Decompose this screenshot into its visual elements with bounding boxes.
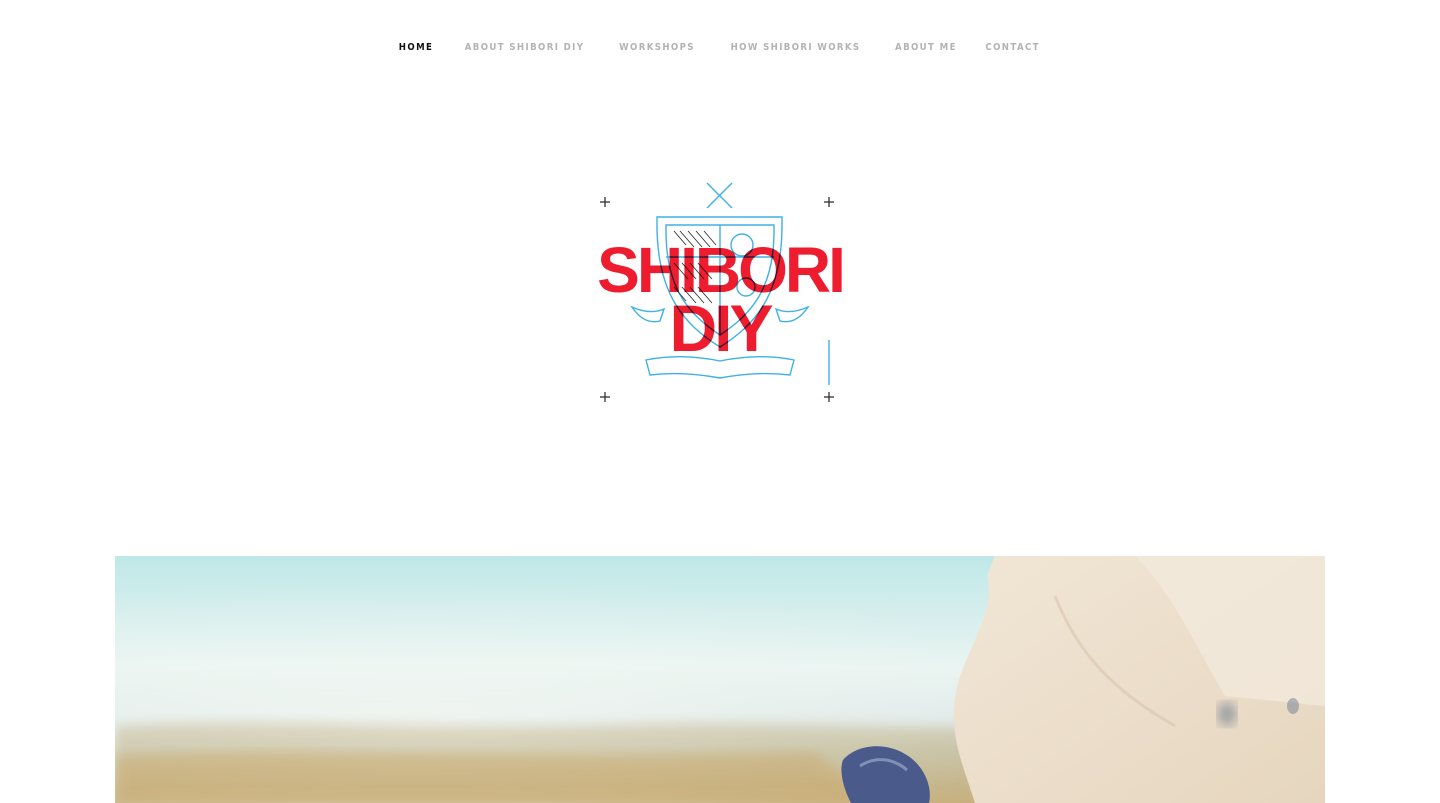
nav-workshops[interactable]: WORKSHOPS (619, 40, 695, 56)
hero-image (115, 556, 1325, 803)
nav-contact[interactable]: CONTACT (985, 40, 1039, 56)
page: HOME ABOUT SHIBORI DIY WORKSHOPS HOW SHI… (0, 0, 1440, 803)
nav-home[interactable]: HOME (399, 40, 433, 56)
nav-about-me[interactable]: ABOUT ME (895, 40, 957, 56)
nav-how-shibori-works[interactable]: HOW SHIBORI WORKS (730, 40, 860, 56)
nav-about-shibori-diy[interactable]: ABOUT SHIBORI DIY (465, 40, 585, 56)
logo-wordmark-line2: DIY (669, 291, 773, 365)
hero-photo (115, 556, 1325, 803)
main-nav: HOME ABOUT SHIBORI DIY WORKSHOPS HOW SHI… (0, 40, 1440, 56)
site-logo[interactable]: SHIBORI DIY (570, 175, 870, 410)
